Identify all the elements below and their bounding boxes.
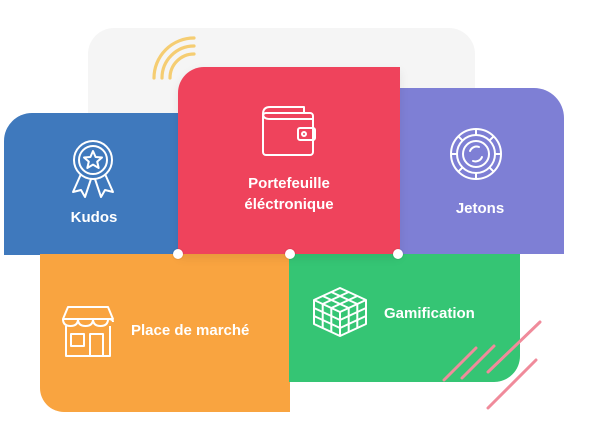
connector-dot — [285, 249, 295, 259]
place-de-marche-tile[interactable]: Place de marché — [40, 254, 290, 412]
decorative-stripes — [442, 320, 542, 410]
token-coin-icon — [450, 128, 502, 180]
kudos-tile[interactable]: Kudos — [4, 113, 184, 255]
wallet-label-line-2: éléctronique — [244, 196, 334, 213]
kudos-label: Kudos — [70, 209, 118, 226]
cube-icon — [313, 287, 367, 337]
wallet-tile[interactable]: Portefeuille éléctronique — [178, 67, 400, 254]
award-badge-icon — [72, 140, 114, 198]
jetons-tile[interactable]: Jetons — [396, 88, 564, 254]
connector-dot — [393, 249, 403, 259]
place-de-marche-label: Place de marché — [131, 322, 250, 339]
wallet-icon — [262, 106, 316, 156]
jetons-label: Jetons — [455, 200, 505, 217]
store-icon — [62, 306, 114, 357]
wallet-label-line-1: Portefeuille — [248, 175, 330, 192]
connector-dot — [173, 249, 183, 259]
